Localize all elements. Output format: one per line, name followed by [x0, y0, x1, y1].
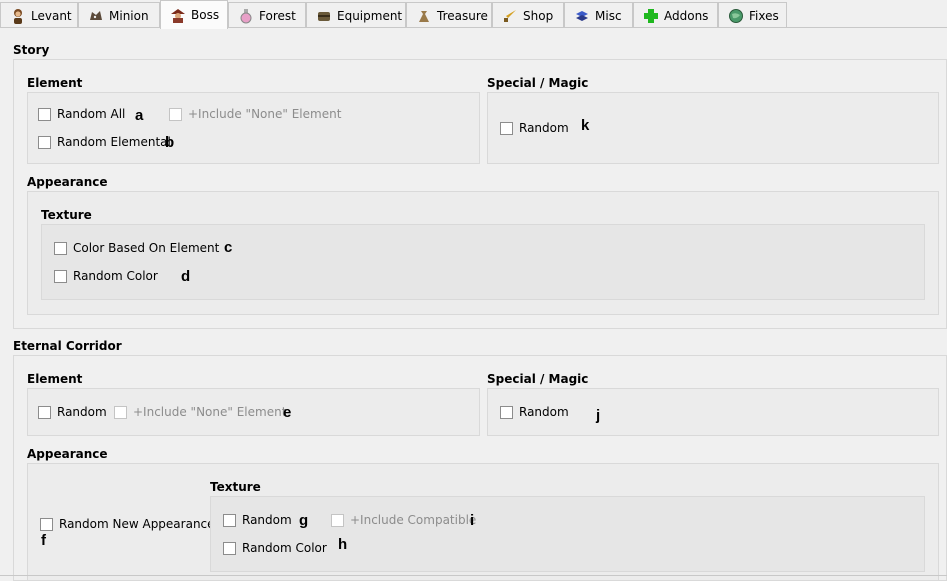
checkbox-box[interactable]: [54, 241, 67, 255]
scroll-boundary: [0, 575, 947, 576]
corridor-element-random-checkbox[interactable]: Random: [38, 405, 107, 419]
story-texture-title: Texture: [41, 208, 92, 222]
tab-label: Levant: [31, 8, 72, 23]
tab-label: Shop: [523, 8, 554, 23]
checkbox-label: +Include "None" Element: [133, 405, 287, 419]
story-include-none-checkbox[interactable]: +Include "None" Element: [169, 107, 341, 121]
corridor-random-color-checkbox[interactable]: Random Color: [223, 541, 327, 555]
tab-forest[interactable]: Forest: [228, 2, 306, 28]
checkbox-label: Random: [242, 513, 292, 527]
tab-shop[interactable]: Shop: [492, 2, 564, 28]
annotation-i: i: [470, 512, 475, 529]
plus-icon: [643, 8, 659, 24]
corridor-element-title: Element: [27, 372, 83, 386]
tab-label: Treasure: [437, 8, 488, 23]
checkbox-label: Random: [519, 121, 569, 135]
checkbox-box[interactable]: [223, 541, 236, 555]
corridor-special-random-checkbox[interactable]: Random: [500, 405, 569, 419]
checkbox-label: Random Color: [73, 269, 158, 283]
misc-icon: [574, 8, 590, 24]
tab-label: Minion: [109, 8, 149, 23]
tab-label: Fixes: [749, 8, 779, 23]
annotation-h: h: [338, 536, 348, 553]
tab-minion[interactable]: Minion: [78, 2, 160, 28]
story-special-random-checkbox[interactable]: Random: [500, 121, 569, 135]
annotation-a: a: [135, 107, 144, 124]
checkbox-box[interactable]: [38, 107, 51, 121]
tab-treasure[interactable]: Treasure: [406, 2, 492, 28]
tab-equipment[interactable]: Equipment: [306, 2, 406, 28]
section-title-story: Story: [13, 43, 50, 57]
globe-icon: [728, 8, 744, 24]
corridor-special-title: Special / Magic: [487, 372, 589, 386]
story-random-color-checkbox[interactable]: Random Color: [54, 269, 158, 283]
story-random-elemental-checkbox[interactable]: Random Elemental: [38, 135, 171, 149]
checkbox-label: Random: [519, 405, 569, 419]
annotation-d: d: [181, 268, 191, 285]
checkbox-box[interactable]: [500, 405, 513, 419]
checkbox-box[interactable]: [500, 121, 513, 135]
story-element-group: [27, 92, 480, 164]
tab-fixes[interactable]: Fixes: [718, 2, 787, 28]
tab-levant[interactable]: Levant: [0, 2, 78, 28]
boss-icon: [170, 7, 186, 23]
checkbox-box[interactable]: [54, 269, 67, 283]
character-icon: [10, 8, 26, 24]
checkbox-label: Random All: [57, 107, 126, 121]
story-special-title: Special / Magic: [487, 76, 589, 90]
annotation-k: k: [581, 117, 590, 134]
tab-addons[interactable]: Addons: [633, 2, 718, 28]
tab-misc[interactable]: Misc: [564, 2, 633, 28]
corridor-include-none-checkbox[interactable]: +Include "None" Element: [114, 405, 286, 419]
checkbox-box[interactable]: [169, 107, 182, 121]
checkbox-label: +Include "None" Element: [188, 107, 342, 121]
beast-icon: [88, 8, 104, 24]
tab-label: Equipment: [337, 8, 403, 23]
tab-label: Forest: [259, 8, 296, 23]
tab-label: Misc: [595, 8, 622, 23]
tab-label: Boss: [191, 8, 220, 22]
checkbox-box[interactable]: [331, 513, 344, 527]
checkbox-box[interactable]: [38, 135, 51, 149]
checkbox-box[interactable]: [40, 517, 53, 531]
story-random-all-checkbox[interactable]: Random All: [38, 107, 125, 121]
corridor-include-compatible-checkbox[interactable]: +Include Compatible: [331, 513, 476, 527]
annotation-b: b: [165, 134, 175, 151]
checkbox-label: Random New Appearance: [59, 517, 215, 531]
corridor-texture-title: Texture: [210, 480, 261, 494]
checkbox-label: Random Elemental: [57, 135, 171, 149]
corridor-random-new-appearance-checkbox[interactable]: Random New Appearance: [40, 517, 215, 531]
story-appearance-title: Appearance: [27, 175, 108, 189]
corridor-appearance-title: Appearance: [27, 447, 108, 461]
annotation-e: e: [283, 404, 292, 421]
section-title-eternal-corridor: Eternal Corridor: [13, 339, 122, 353]
annotation-j: j: [596, 407, 601, 424]
tab-label: Addons: [664, 8, 709, 23]
story-element-title: Element: [27, 76, 83, 90]
tab-boss[interactable]: Boss: [160, 0, 228, 29]
annotation-g: g: [299, 512, 309, 529]
checkbox-label: Random: [57, 405, 107, 419]
story-texture-group: [41, 224, 925, 300]
checkbox-label: Random Color: [242, 541, 327, 555]
annotation-c: c: [224, 239, 233, 256]
sword-icon: [502, 8, 518, 24]
story-color-based-checkbox[interactable]: Color Based On Element: [54, 241, 219, 255]
checkbox-label: +Include Compatible: [350, 513, 477, 527]
checkbox-label: Color Based On Element: [73, 241, 220, 255]
bag-icon: [416, 8, 432, 24]
checkbox-box[interactable]: [114, 405, 127, 419]
checkbox-box[interactable]: [38, 405, 51, 419]
corridor-texture-random-checkbox[interactable]: Random: [223, 513, 292, 527]
checkbox-box[interactable]: [223, 513, 236, 527]
chest-icon: [316, 8, 332, 24]
potion-icon: [238, 8, 254, 24]
tab-strip-border: [0, 27, 947, 28]
annotation-f: f: [41, 532, 46, 549]
corridor-texture-group: [210, 496, 925, 572]
